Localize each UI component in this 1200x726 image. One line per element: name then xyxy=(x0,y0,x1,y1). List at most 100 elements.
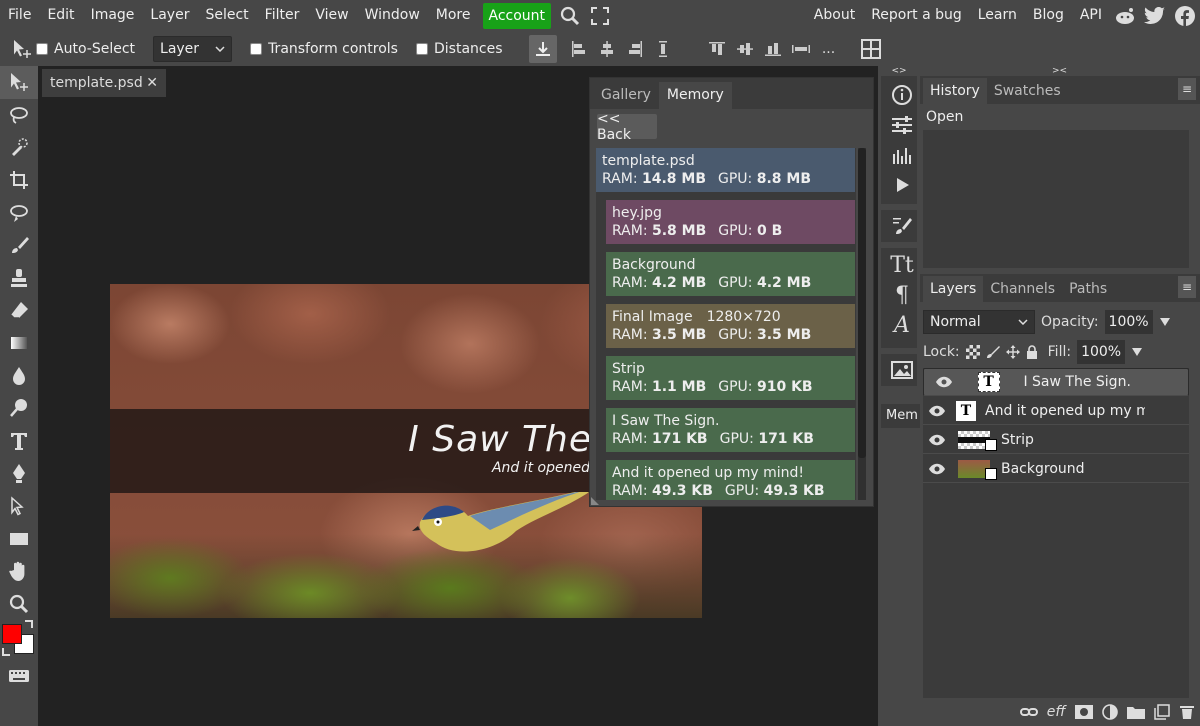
menu-api[interactable]: API xyxy=(1072,0,1110,31)
transform-controls-checkbox[interactable]: Transform controls xyxy=(250,41,398,57)
crop-tool[interactable] xyxy=(0,164,38,197)
keyboard-icon[interactable] xyxy=(0,660,38,693)
memory-scrollbar[interactable] xyxy=(858,148,866,500)
rectangle-tool[interactable] xyxy=(0,522,38,555)
pen-tool[interactable] xyxy=(0,457,38,490)
quick-select-tool[interactable] xyxy=(0,131,38,164)
dodge-tool[interactable] xyxy=(0,392,38,425)
menu-image[interactable]: Image xyxy=(83,0,143,31)
memory-panel-shortcut[interactable]: Mem xyxy=(881,404,920,428)
effects-icon[interactable]: eff xyxy=(1047,704,1066,720)
tab-memory[interactable]: Memory xyxy=(658,82,732,109)
menu-layer[interactable]: Layer xyxy=(142,0,197,31)
lock-all-icon[interactable] xyxy=(1026,345,1038,359)
history-panel-menu-icon[interactable]: ≡ xyxy=(1178,78,1196,100)
default-colors-icon[interactable] xyxy=(2,648,10,657)
hand-tool[interactable] xyxy=(0,555,38,588)
clone-stamp-tool[interactable] xyxy=(0,262,38,295)
spot-heal-tool[interactable] xyxy=(0,196,38,229)
memory-item[interactable]: hey.jpg RAM: 5.8 MB GPU: 0 B xyxy=(606,200,855,244)
opacity-input[interactable]: 100% xyxy=(1104,310,1153,334)
layer-row[interactable]: Strip xyxy=(923,426,1189,454)
transform-controls-box[interactable] xyxy=(250,42,263,55)
path-select-tool[interactable] xyxy=(0,490,38,523)
history-item[interactable]: Open xyxy=(923,104,1189,130)
fullscreen-icon[interactable] xyxy=(585,0,615,31)
lock-position-icon[interactable] xyxy=(1005,345,1020,359)
menu-edit[interactable]: Edit xyxy=(39,0,82,31)
menu-select[interactable]: Select xyxy=(197,0,256,31)
lock-transparency-icon[interactable] xyxy=(965,345,980,359)
align-bottom-icon[interactable] xyxy=(759,35,787,63)
zoom-tool[interactable] xyxy=(0,588,38,621)
blur-tool[interactable] xyxy=(0,359,38,392)
histogram-icon[interactable] xyxy=(884,140,920,170)
menu-about[interactable]: About xyxy=(806,0,863,31)
memory-item[interactable]: Background RAM: 4.2 MB GPU: 4.2 MB xyxy=(606,252,855,296)
trash-icon[interactable] xyxy=(1179,704,1195,720)
facebook-icon[interactable] xyxy=(1170,0,1200,31)
menu-report-bug[interactable]: Report a bug xyxy=(863,0,970,31)
link-icon[interactable] xyxy=(1019,707,1038,717)
mask-icon[interactable] xyxy=(1074,705,1093,719)
menu-window[interactable]: Window xyxy=(357,0,428,31)
account-button[interactable]: Account xyxy=(482,2,552,29)
memory-item[interactable]: I Saw The Sign. RAM: 171 KB GPU: 171 KB xyxy=(606,408,855,452)
distribute-horizontal-icon[interactable] xyxy=(787,35,815,63)
lock-pixels-icon[interactable] xyxy=(986,345,1000,359)
menu-blog[interactable]: Blog xyxy=(1025,0,1072,31)
more-options-button[interactable]: ... xyxy=(815,35,843,63)
auto-select-target-dropdown[interactable]: Layer xyxy=(153,35,233,62)
menu-filter[interactable]: Filter xyxy=(257,0,308,31)
collapse-arrows-right[interactable]: >< xyxy=(1052,66,1067,76)
opacity-dropdown-icon[interactable] xyxy=(1159,317,1171,327)
visibility-eye-icon[interactable] xyxy=(923,434,951,446)
visibility-eye-icon[interactable] xyxy=(923,405,951,417)
twitter-icon[interactable] xyxy=(1140,0,1170,31)
menu-learn[interactable]: Learn xyxy=(970,0,1025,31)
brush-settings-icon[interactable] xyxy=(884,211,920,241)
character-icon[interactable]: Tt xyxy=(884,250,920,280)
distribute-vertical-icon[interactable] xyxy=(649,35,677,63)
memory-scrollbar-thumb[interactable] xyxy=(858,148,866,458)
align-left-icon[interactable] xyxy=(565,35,593,63)
gradient-tool[interactable] xyxy=(0,327,38,360)
tab-swatches[interactable]: Swatches xyxy=(987,78,1068,104)
tab-history[interactable]: History xyxy=(923,78,987,104)
tab-paths[interactable]: Paths xyxy=(1062,276,1114,302)
tab-gallery[interactable]: Gallery xyxy=(593,82,659,109)
fill-dropdown-icon[interactable] xyxy=(1131,347,1143,357)
swap-colors-icon[interactable] xyxy=(25,620,33,629)
grid-layout-icon[interactable] xyxy=(857,35,885,63)
layers-panel-menu-icon[interactable]: ≡ xyxy=(1178,276,1196,298)
reddit-icon[interactable] xyxy=(1110,0,1140,31)
adjustments-icon[interactable] xyxy=(884,110,920,140)
menu-more[interactable]: More xyxy=(428,0,479,31)
tab-channels[interactable]: Channels xyxy=(983,276,1062,302)
align-middle-v-icon[interactable] xyxy=(731,35,759,63)
layer-row[interactable]: T And it opened up my mind! xyxy=(923,397,1189,425)
back-button[interactable]: << Back xyxy=(597,111,657,143)
adjustment-layer-icon[interactable] xyxy=(1102,704,1118,720)
play-icon[interactable] xyxy=(884,170,920,200)
download-icon[interactable] xyxy=(528,34,557,63)
distances-box[interactable] xyxy=(415,42,428,55)
search-icon[interactable] xyxy=(555,0,585,31)
info-icon[interactable] xyxy=(884,80,920,110)
visibility-eye-icon[interactable] xyxy=(923,463,951,475)
layer-row[interactable]: T I Saw The Sign. xyxy=(923,368,1189,396)
memory-item[interactable]: Final Image 1280×720 RAM: 3.5 MB GPU: 3.5 M… xyxy=(606,304,855,348)
document-tab[interactable]: template.psd ✕ xyxy=(42,69,166,97)
menu-view[interactable]: View xyxy=(307,0,356,31)
auto-select-checkbox[interactable]: Auto-Select xyxy=(36,41,135,57)
tab-layers[interactable]: Layers xyxy=(923,276,984,302)
memory-item[interactable]: template.psd RAM: 14.8 MB GPU: 8.8 MB xyxy=(596,148,855,192)
image-panel-icon[interactable] xyxy=(884,355,920,385)
new-layer-icon[interactable] xyxy=(1154,704,1170,720)
collapse-arrows-left[interactable]: <> xyxy=(878,66,920,76)
folder-icon[interactable] xyxy=(1126,705,1145,719)
close-tab-icon[interactable]: ✕ xyxy=(146,75,158,91)
brush-tool[interactable] xyxy=(0,229,38,262)
resize-handle-icon[interactable] xyxy=(591,495,601,505)
eraser-tool[interactable] xyxy=(0,294,38,327)
